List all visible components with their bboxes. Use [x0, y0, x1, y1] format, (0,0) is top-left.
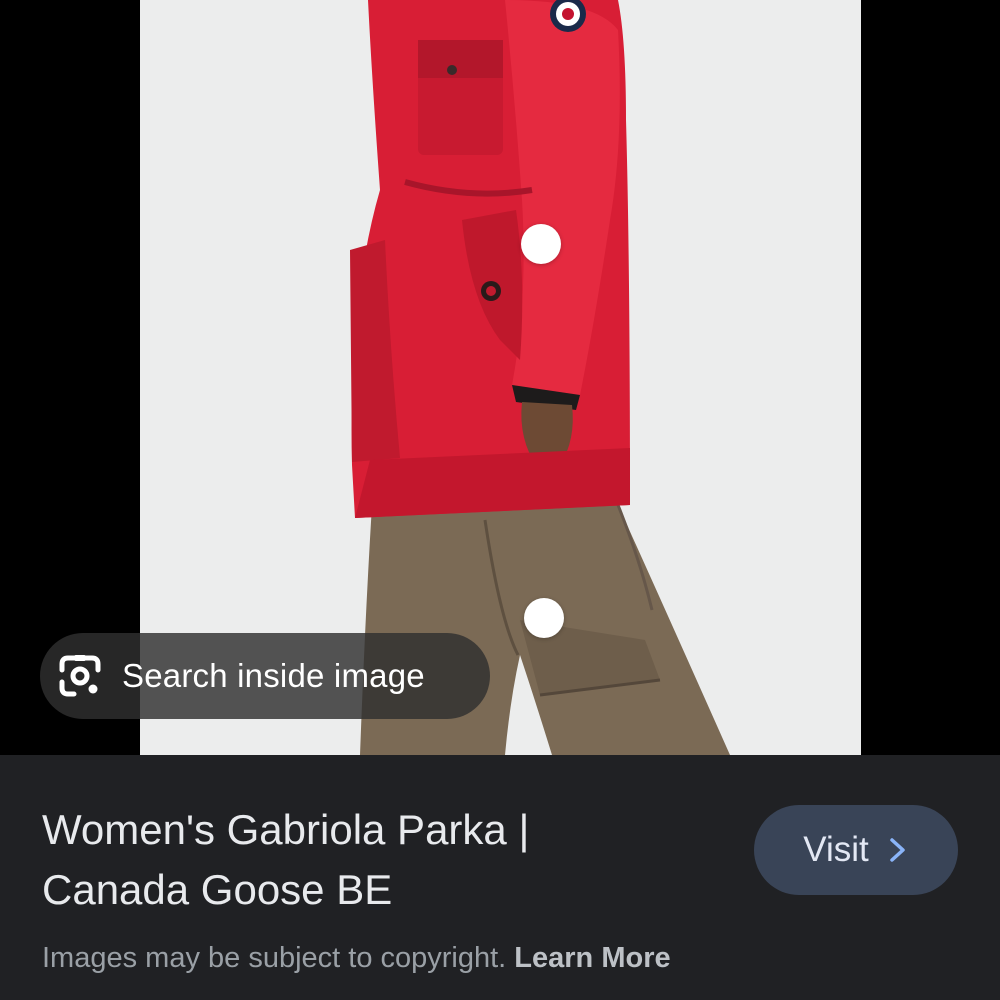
copyright-text: Images may be subject to copyright. [42, 942, 507, 974]
visual-match-hotspot-parka[interactable] [521, 224, 561, 264]
visit-button[interactable]: Visit [754, 805, 958, 895]
search-inside-image-button[interactable]: Search inside image [40, 633, 490, 719]
chevron-right-icon [890, 838, 905, 862]
visit-button-label: Visit [803, 830, 869, 869]
learn-more-link[interactable]: Learn More [514, 942, 670, 974]
image-viewer: Search inside image [0, 0, 1000, 755]
search-inside-image-label: Search inside image [122, 657, 425, 694]
visual-match-hotspot-trousers[interactable] [524, 598, 564, 638]
google-lens-icon [59, 655, 101, 697]
result-title-line-2: Canada Goose BE [42, 866, 393, 913]
result-title-line-1: Women's Gabriola Parka | [42, 806, 530, 853]
result-title[interactable]: Women's Gabriola Parka | Canada Goose BE [42, 800, 682, 920]
copyright-notice: Images may be subject to copyright. Lear… [42, 942, 671, 975]
